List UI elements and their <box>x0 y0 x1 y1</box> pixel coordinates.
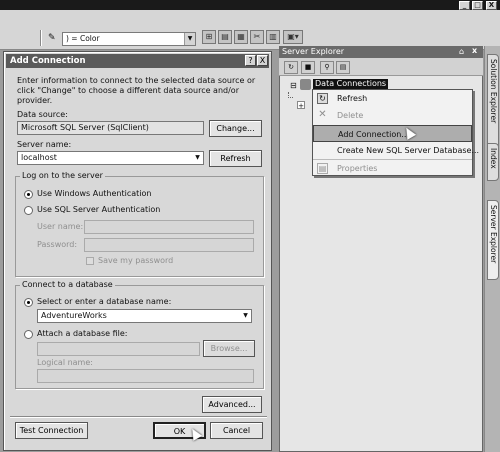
toolbox-icon[interactable]: ▦ <box>234 30 248 44</box>
tab-server-explorer[interactable]: Server Explorer <box>487 200 499 280</box>
advanced-button[interactable]: Advanced... <box>202 396 262 413</box>
windows-auth-radio[interactable] <box>24 190 33 199</box>
server-explorer-title: Server Explorer <box>279 46 483 58</box>
connect-database-icon[interactable]: ⚲ <box>320 61 334 74</box>
password-label: Password: <box>37 240 78 249</box>
data-source-field: Microsoft SQL Server (SqlClient) <box>17 121 204 135</box>
tab-solution-explorer-label: Solution Explorer <box>489 59 498 124</box>
server-name-value: localhost <box>21 153 57 162</box>
dialog-title: Add Connection <box>6 54 269 68</box>
database-combo[interactable]: AdventureWorks ▼ <box>37 309 252 323</box>
chevron-down-icon[interactable]: ▼ <box>240 310 251 322</box>
minimize-button[interactable]: _ <box>459 1 470 10</box>
chevron-down-icon[interactable]: ▼ <box>184 33 195 45</box>
menu-item-properties[interactable]: ▤ Properties <box>313 159 472 176</box>
cancel-button[interactable]: Cancel <box>210 422 263 439</box>
tree-line <box>288 92 293 98</box>
refresh-button[interactable]: Refresh <box>209 150 262 167</box>
menu-add-connection-label: Add Connection... <box>338 130 409 139</box>
context-menu: ↻ Refresh ✕ Delete Add Connection... Cre… <box>312 89 479 176</box>
stop-icon[interactable]: ■ <box>301 61 315 74</box>
properties-icon[interactable]: ▤ <box>218 30 232 44</box>
data-icon[interactable]: ▥ <box>266 30 280 44</box>
tab-server-explorer-label: Server Explorer <box>489 205 498 264</box>
tree-root-label[interactable]: Data Connections <box>313 79 389 89</box>
refresh-icon[interactable]: ↻ <box>284 61 298 74</box>
menu-delete-label: Delete <box>337 111 364 120</box>
data-source-label: Data source: <box>17 110 68 119</box>
logical-name-field[interactable] <box>37 369 254 383</box>
intro-text: Enter information to connect to the sele… <box>17 76 256 105</box>
dialog-divider <box>10 416 267 418</box>
refresh-icon: ↻ <box>317 93 328 104</box>
save-password-label: Save my password <box>98 256 174 265</box>
test-connection-button[interactable]: Test Connection <box>15 422 88 439</box>
add-connection-dialog: Add Connection ? X Enter information to … <box>3 51 272 451</box>
attach-db-field[interactable] <box>37 342 200 356</box>
database-value: AdventureWorks <box>41 311 107 320</box>
server-name-label: Server name: <box>17 140 72 149</box>
logical-name-label: Logical name: <box>37 358 93 367</box>
save-password-checkbox[interactable] <box>86 257 94 265</box>
property-combo-value: ) = Color <box>66 34 100 43</box>
connect-server-icon[interactable]: ▤ <box>336 61 350 74</box>
delete-icon: ✕ <box>318 109 327 120</box>
tab-index-label: Index <box>489 148 498 169</box>
tab-solution-explorer[interactable]: Solution Explorer <box>487 54 499 150</box>
change-button[interactable]: Change... <box>209 120 262 137</box>
restore-button[interactable]: □ <box>472 1 483 10</box>
panel-close-icon[interactable]: x <box>472 46 477 55</box>
dialog-close-button[interactable]: X <box>257 55 268 66</box>
tree-expander-icon[interactable]: ⊟ <box>290 81 297 90</box>
menu-item-add-connection[interactable]: Add Connection... <box>313 125 472 142</box>
menu-item-refresh[interactable]: ↻ Refresh <box>313 90 472 107</box>
logon-group-label: Log on to the server <box>20 171 105 180</box>
tab-index[interactable]: Index <box>487 143 499 181</box>
user-name-label: User name: <box>37 222 84 231</box>
password-field[interactable] <box>84 238 254 252</box>
menu-item-create-database[interactable]: Create New SQL Server Database... <box>313 142 479 159</box>
pin-icon[interactable]: ⌂ <box>459 47 464 56</box>
attach-db-label: Attach a database file: <box>37 329 128 338</box>
window-top-bar <box>0 0 500 10</box>
user-name-field[interactable] <box>84 220 254 234</box>
sql-auth-label: Use SQL Server Authentication <box>37 205 161 214</box>
tree-expand-icon[interactable]: + <box>297 101 305 110</box>
windows-auth-label: Use Windows Authentication <box>37 189 152 198</box>
sql-auth-radio[interactable] <box>24 206 33 215</box>
attach-db-radio[interactable] <box>24 330 33 339</box>
chevron-down-icon[interactable]: ▼ <box>192 152 203 164</box>
connect-group-label: Connect to a database <box>20 280 115 289</box>
menu-properties-label: Properties <box>337 164 378 173</box>
help-button[interactable]: ? <box>245 55 256 66</box>
data-connections-icon <box>300 79 311 90</box>
property-combo[interactable]: ) = Color ▼ <box>62 32 196 46</box>
close-window-button[interactable]: X <box>486 1 497 10</box>
grid-icon[interactable]: ⊞ <box>202 30 216 44</box>
property-icon[interactable]: ✎ <box>48 32 60 44</box>
select-db-label: Select or enter a database name: <box>37 297 172 306</box>
browse-button[interactable]: Browse... <box>203 340 255 357</box>
menu-item-delete[interactable]: ✕ Delete <box>313 107 472 124</box>
menu-create-db-label: Create New SQL Server Database... <box>337 146 480 155</box>
tools-icon[interactable]: ✂ <box>250 30 264 44</box>
toolbar-separator <box>40 30 42 46</box>
server-name-combo[interactable]: localhost ▼ <box>17 151 204 165</box>
layout-icon[interactable]: ▣▾ <box>283 30 303 44</box>
menu-refresh-label: Refresh <box>337 94 368 103</box>
select-db-radio[interactable] <box>24 298 33 307</box>
properties-icon: ▤ <box>317 163 328 174</box>
